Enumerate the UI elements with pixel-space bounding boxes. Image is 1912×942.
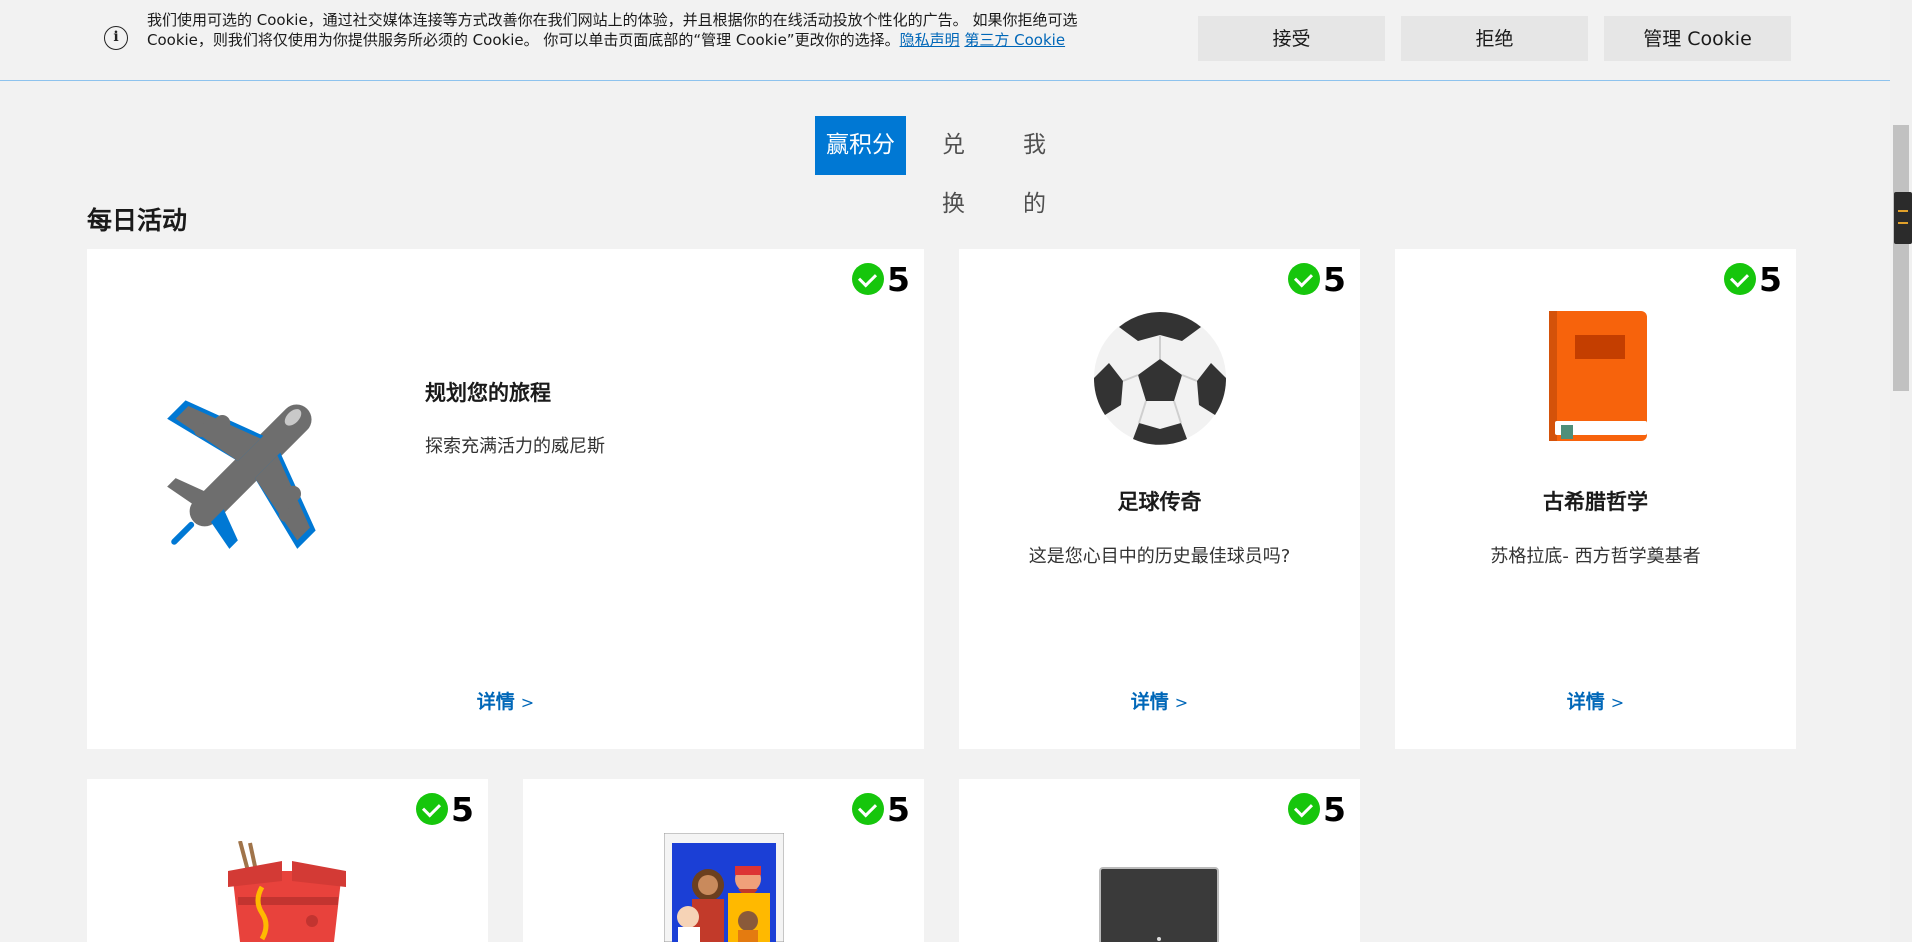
manage-cookie-button[interactable]: 管理 Cookie [1604, 16, 1791, 61]
takeout-box-icon [228, 841, 346, 942]
check-icon [1724, 263, 1757, 295]
chevron-right-icon: > [1610, 693, 1625, 712]
reject-button[interactable]: 拒绝 [1401, 16, 1588, 61]
activity-card-soccer[interactable]: 5 足球传奇 这是您心目中的历史最佳球员吗? 详情 > [959, 249, 1360, 749]
details-link[interactable]: 详情 > [1395, 687, 1796, 714]
family-photo-icon [664, 833, 784, 942]
activity-card-travel[interactable]: 5 规划您的旅程 探索充满活力的威尼斯 详情 > [87, 249, 924, 749]
points-value: 5 [887, 259, 910, 299]
activity-card-food[interactable]: 5 [87, 779, 488, 942]
points-badge: 5 [852, 789, 910, 829]
card-description: 这是您心目中的历史最佳球员吗? [1028, 546, 1291, 567]
points-value: 5 [451, 789, 474, 829]
accept-button[interactable]: 接受 [1198, 16, 1385, 61]
tab-earn[interactable]: 赢积分 [815, 116, 906, 175]
cookie-message: 我们使用可选的 Cookie，通过社交媒体连接等方式改善你在我们网站上的体验，并… [147, 10, 1097, 50]
points-badge: 5 [416, 789, 474, 829]
activity-card-device[interactable]: 5 [959, 779, 1360, 942]
points-value: 5 [1323, 259, 1346, 299]
details-label: 详情 [1130, 691, 1169, 713]
tablet-icon [1099, 867, 1219, 942]
tab-redeem[interactable]: 兑换 [942, 116, 965, 217]
check-icon [852, 793, 885, 825]
points-badge: 5 [852, 259, 910, 299]
check-icon [1288, 793, 1321, 825]
airplane-icon [167, 400, 316, 549]
scrollbar-thumb[interactable] [1893, 125, 1909, 391]
details-label: 详情 [476, 691, 515, 713]
card-title: 古希腊哲学 [1543, 490, 1648, 514]
details-link[interactable]: 详情 > [87, 687, 924, 714]
card-title: 规划您的旅程 [425, 381, 551, 405]
chevron-right-icon: > [1174, 693, 1189, 712]
activity-card-philosophy[interactable]: 5 古希腊哲学 苏格拉底- 西方哲学奠基者 详情 > [1395, 249, 1796, 749]
tab-mine[interactable]: 我的 [1023, 116, 1046, 217]
check-icon [1288, 263, 1321, 295]
vertical-scrollbar[interactable] [1890, 0, 1912, 942]
activity-card-photo[interactable]: 5 [523, 779, 924, 942]
card-title: 足球传奇 [1117, 490, 1202, 514]
points-value: 5 [887, 789, 910, 829]
cookie-banner: i 我们使用可选的 Cookie，通过社交媒体连接等方式改善你在我们网站上的体验… [0, 0, 1890, 81]
points-badge: 5 [1288, 789, 1346, 829]
card-description: 苏格拉底- 西方哲学奠基者 [1490, 546, 1701, 567]
check-icon [852, 263, 885, 295]
points-value: 5 [1323, 789, 1346, 829]
details-link[interactable]: 详情 > [959, 687, 1360, 714]
third-party-cookie-link[interactable]: 第三方 Cookie [964, 31, 1065, 49]
section-title: 每日活动 [87, 206, 188, 235]
privacy-statement-link[interactable]: 隐私声明 [900, 31, 960, 49]
points-badge: 5 [1288, 259, 1346, 299]
assistant-widget-icon[interactable] [1894, 192, 1912, 244]
details-label: 详情 [1566, 691, 1605, 713]
soccer-ball-icon [1093, 312, 1227, 445]
chevron-right-icon: > [520, 693, 535, 712]
check-icon [416, 793, 449, 825]
book-icon [1549, 311, 1647, 441]
points-value: 5 [1759, 259, 1782, 299]
points-badge: 5 [1724, 259, 1782, 299]
card-description: 探索充满活力的威尼斯 [425, 436, 605, 457]
info-icon: i [104, 26, 128, 50]
